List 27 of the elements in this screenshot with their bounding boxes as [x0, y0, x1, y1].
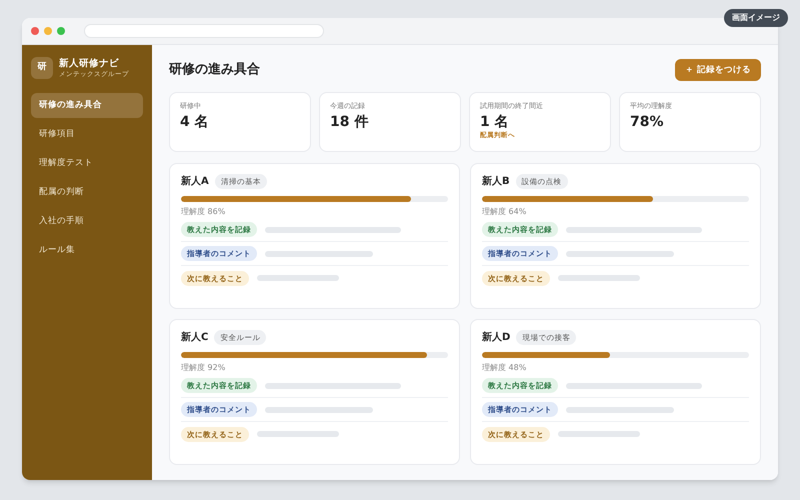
maximize-icon[interactable] — [57, 27, 65, 35]
address-bar[interactable] — [84, 24, 324, 38]
stat-value: 18 件 — [330, 114, 370, 131]
app-logo: 研 — [31, 57, 53, 79]
sidebar-item[interactable]: 研修の進み具合 — [31, 93, 143, 118]
screen-image-badge: 画面イメージ — [724, 9, 788, 27]
trainee-name: 新人D — [482, 330, 510, 346]
sidebar-item[interactable]: 入社の手順 — [31, 209, 143, 234]
close-icon[interactable] — [31, 27, 39, 35]
understanding-reading: 理解度 48% — [482, 362, 528, 374]
trainee-name: 新人C — [181, 330, 208, 346]
understanding-reading: 理解度 86% — [181, 206, 226, 218]
minimize-icon[interactable] — [44, 27, 52, 35]
trainee-name: 新人A — [181, 174, 209, 190]
stat-value: 78% — [630, 114, 665, 131]
sidebar-item[interactable]: 配属の判断 — [31, 180, 143, 205]
stat-value: 1 名 — [480, 114, 510, 131]
sidebar-item[interactable]: 理解度テスト — [31, 151, 143, 176]
understanding-reading: 理解度 92% — [181, 362, 226, 374]
app-name: 新人研修ナビ — [59, 58, 120, 70]
understanding-reading: 理解度 64% — [482, 206, 528, 218]
stat-value: 4 名 — [180, 114, 210, 131]
sidebar-item[interactable]: ルール集 — [31, 238, 143, 263]
sidebar-item[interactable]: 研修項目 — [31, 122, 143, 147]
page-title: 研修の進み具合 — [169, 61, 260, 80]
trainee-name: 新人B — [482, 174, 510, 190]
add-record-button[interactable]: ＋ 記録をつける — [675, 59, 761, 81]
